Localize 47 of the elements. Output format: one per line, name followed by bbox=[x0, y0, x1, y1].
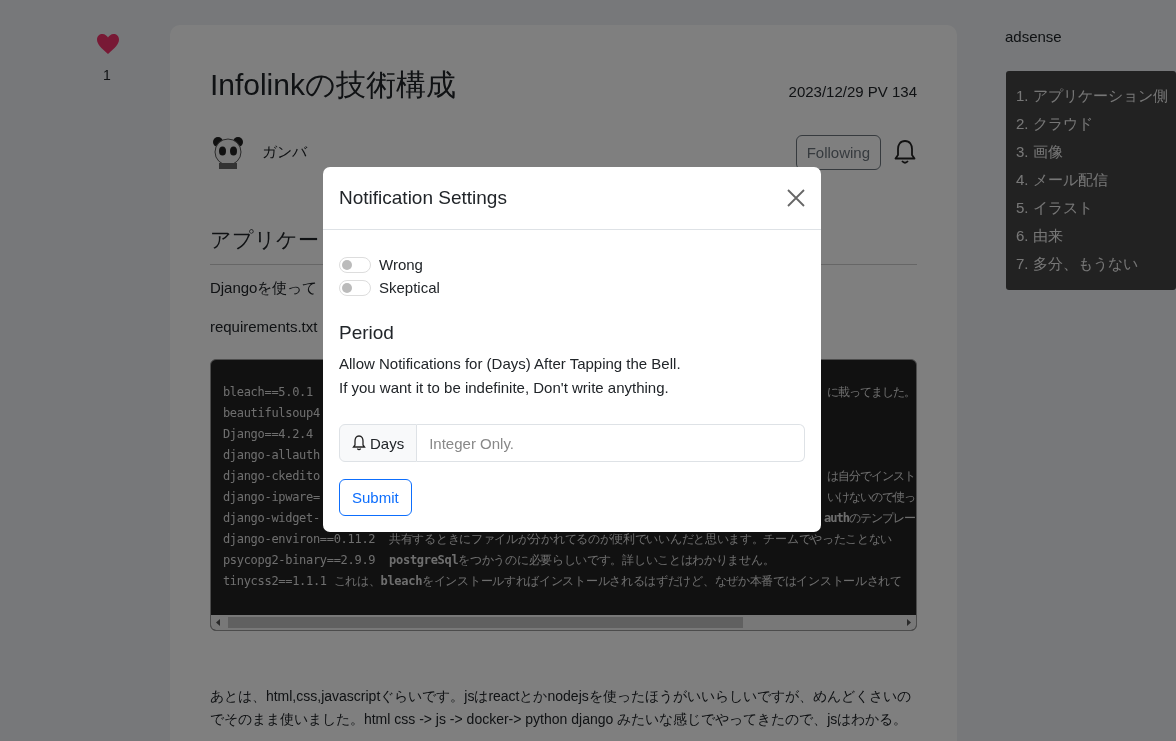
code-line: django-widget- bbox=[222, 510, 320, 527]
article-meta: 2023/12/29 PV 134 bbox=[788, 83, 917, 102]
toggle-label: Skeptical bbox=[379, 279, 440, 296]
bell-icon[interactable] bbox=[893, 139, 917, 165]
ad-label: adsense bbox=[1005, 28, 1062, 45]
code-line: psycopg2-binary==2.9.9 postgreSqlをつかうのに必要らしいです。詳しいことはわかりません。 bbox=[222, 552, 775, 569]
code-line: bleach==5.0.1 bbox=[222, 384, 313, 401]
toc-link[interactable]: 3. 画像 bbox=[1016, 143, 1166, 162]
toc-link[interactable]: 6. 由来 bbox=[1016, 227, 1166, 246]
code-line: いけないので使っ bbox=[827, 489, 915, 506]
heart-icon[interactable] bbox=[96, 33, 120, 55]
code-line: django-allauth bbox=[222, 447, 320, 464]
toc-link[interactable]: 1. アプリケーション側 bbox=[1016, 87, 1166, 106]
code-line: django-environ==0.11.2 共有するときにファイルが分かれてるのが便利でいいんだと思います。チームでやったことない bbox=[222, 531, 893, 548]
code-line: は自分でインスト bbox=[827, 468, 915, 485]
description-text: If you want it to be indefinite, Don't write anything. bbox=[339, 378, 670, 398]
toc-link[interactable]: 4. メール配信 bbox=[1016, 171, 1166, 190]
description-text: Allow Notifications for (Days) After Tapping the Bell. bbox=[339, 354, 681, 374]
code-line: tinycss2==1.1.1 これは、bleachをインストールすればインストールされるはずだけど、なぜか本番ではインストールされて bbox=[222, 573, 902, 590]
code-line: に載ってました。 bbox=[827, 384, 915, 401]
close-icon[interactable] bbox=[787, 189, 805, 207]
submit-button[interactable]: Submit bbox=[339, 479, 412, 516]
code-line: Django==4.2.4 bbox=[222, 426, 313, 443]
toggle-switch[interactable] bbox=[339, 256, 371, 273]
like-count: 1 bbox=[102, 67, 111, 83]
following-button[interactable]: Following bbox=[795, 134, 881, 170]
paragraph: Djangoを使って bbox=[209, 279, 318, 298]
article-title: Infolinkの技術構成 bbox=[209, 67, 456, 103]
toc-link[interactable]: 7. 多分、もうない bbox=[1016, 255, 1166, 274]
paragraph: requirements.txt bbox=[209, 318, 318, 335]
author-name[interactable]: ガンバ bbox=[261, 142, 307, 162]
code-line: django-ckedito bbox=[222, 468, 320, 485]
days-input[interactable]: Integer Only. bbox=[417, 424, 805, 462]
horizontal-scrollbar[interactable] bbox=[210, 615, 916, 630]
toggle-label: Wrong bbox=[379, 256, 423, 273]
code-line: django-ipware= bbox=[222, 489, 320, 506]
toc-link[interactable]: 2. クラウド bbox=[1016, 115, 1166, 134]
toggle-switch[interactable] bbox=[339, 279, 371, 296]
period-heading: Period bbox=[339, 322, 394, 344]
code-line: beautifulsoup4 bbox=[222, 405, 320, 422]
code-line: authのテンプレー bbox=[824, 510, 915, 527]
days-label: Days bbox=[339, 424, 418, 462]
section-heading: アプリケー bbox=[209, 227, 319, 253]
bell-icon bbox=[352, 435, 366, 451]
toc-link[interactable]: 5. イラスト bbox=[1016, 199, 1166, 218]
dialog-title: Notification Settings bbox=[339, 187, 507, 209]
paragraph: あとは、html,css,javascriptぐらいです。jsはreactとかnodejsを使ったほうがいいらしいですが、めんどくさいのでそのまま使いました。html css -> js -> docker-> python django みたいな感じでやってきたので、jsはわかる。 bbox=[209, 687, 912, 729]
